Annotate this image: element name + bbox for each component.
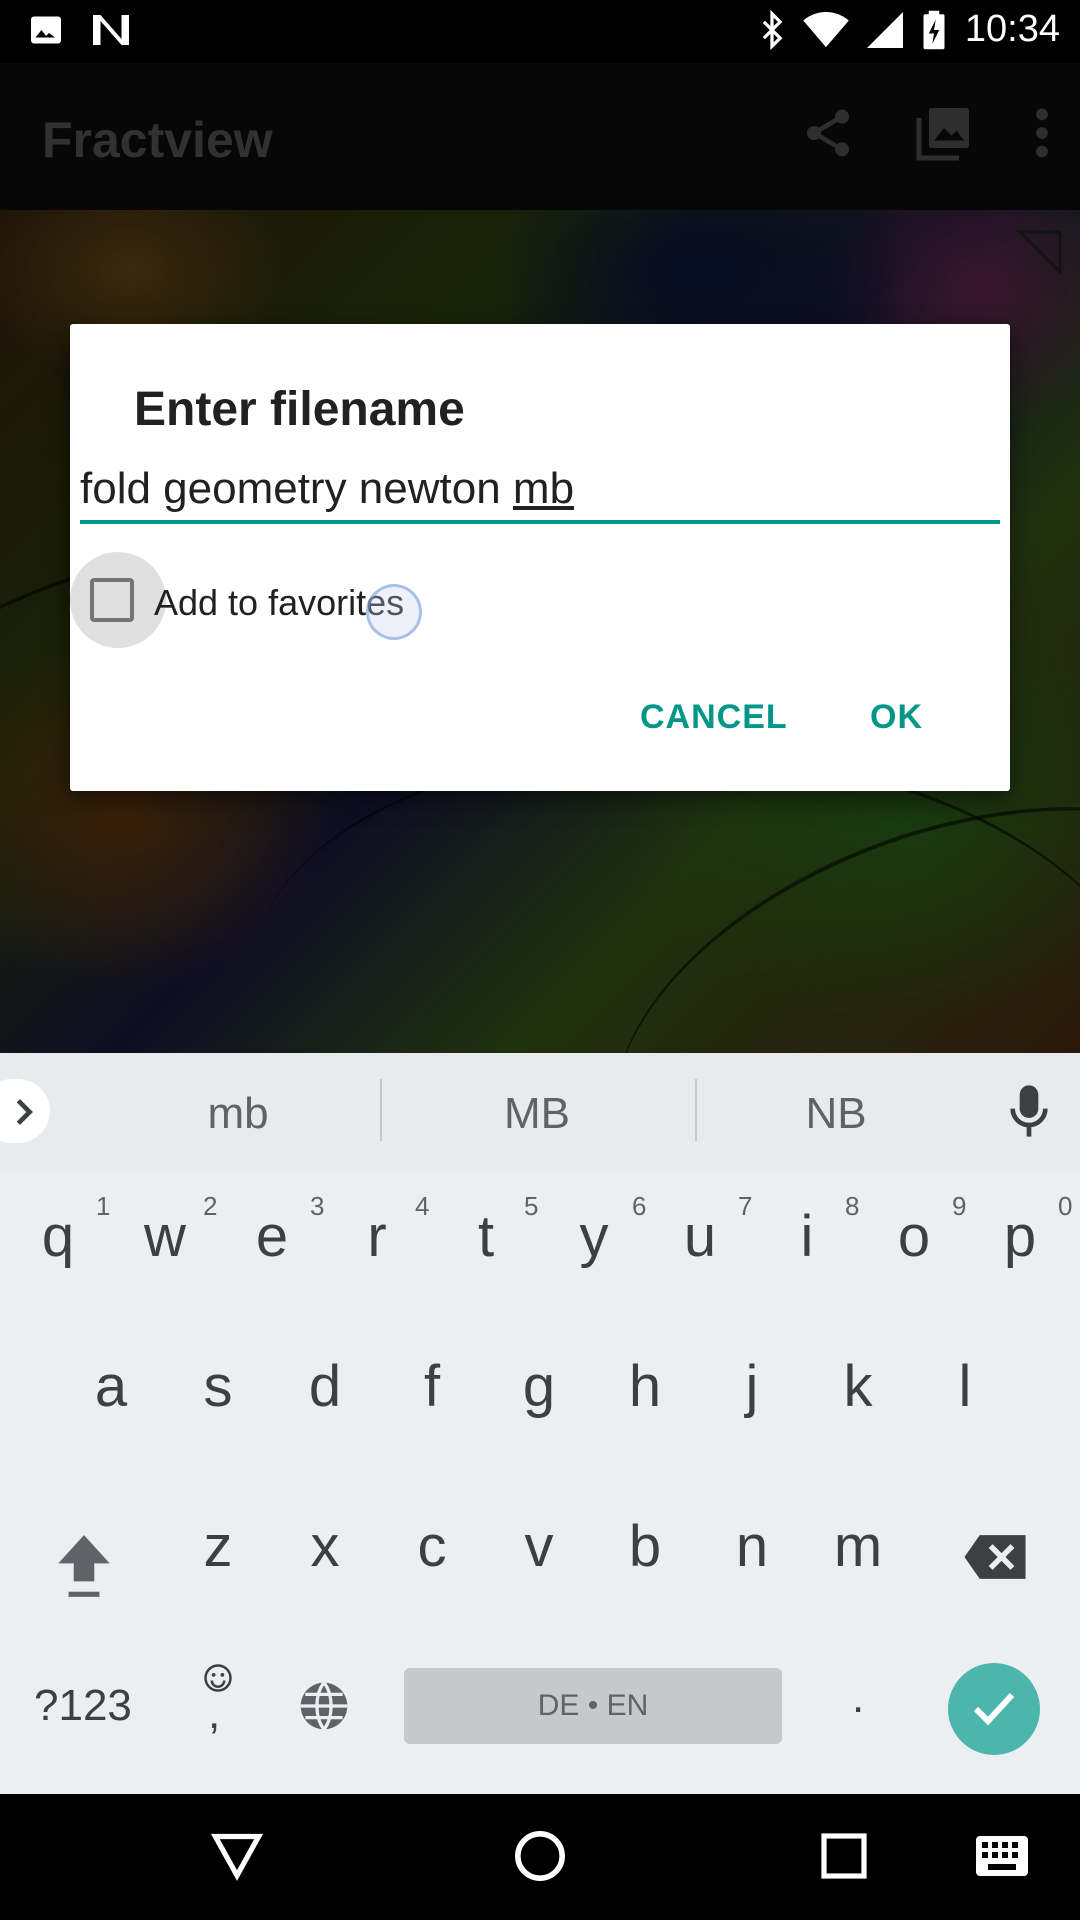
key-c[interactable]: c: [382, 1513, 482, 1580]
key-x[interactable]: x: [275, 1513, 375, 1580]
key-a[interactable]: a: [61, 1353, 161, 1420]
key-hint-y: 6: [632, 1191, 647, 1221]
key-hint-t: 5: [524, 1191, 539, 1221]
chevron-right-icon: [16, 1099, 33, 1125]
key-n[interactable]: n: [702, 1513, 802, 1580]
dialog-title: Enter filename: [134, 383, 465, 436]
key-g[interactable]: g: [489, 1353, 589, 1420]
key-e[interactable]: e: [222, 1203, 322, 1270]
symbols-key[interactable]: ?123: [34, 1681, 132, 1731]
key-w[interactable]: w: [115, 1203, 215, 1270]
cancel-button[interactable]: CANCEL: [640, 698, 788, 737]
shift-key[interactable]: [52, 1530, 116, 1602]
period-key[interactable]: .: [852, 1673, 864, 1723]
soft-keyboard: mb MB NB ?123 , DE • EN . q1w2e3r4t5y6u7…: [0, 1053, 1080, 1794]
key-z[interactable]: z: [168, 1513, 268, 1580]
key-y[interactable]: y: [544, 1203, 644, 1270]
key-hint-u: 7: [738, 1191, 753, 1221]
bluetooth-icon: [762, 9, 783, 50]
key-m[interactable]: m: [808, 1513, 908, 1580]
filename-dialog: Enter filename fold geometry newton mb A…: [70, 324, 1010, 791]
key-t[interactable]: t: [436, 1203, 536, 1270]
input-composing-text: mb: [512, 464, 575, 513]
wifi-icon: [803, 11, 849, 47]
key-l[interactable]: l: [915, 1353, 1015, 1420]
suggestion-strip: mb MB NB: [0, 1053, 1080, 1169]
key-hint-w: 2: [203, 1191, 218, 1221]
input-text: fold geometry newton: [80, 464, 513, 513]
key-u[interactable]: u: [650, 1203, 750, 1270]
key-o[interactable]: o: [864, 1203, 964, 1270]
image-icon: [31, 16, 61, 44]
comma-label: ,: [208, 1689, 221, 1738]
emoji-comma-key[interactable]: ,: [198, 1663, 238, 1753]
space-key[interactable]: DE • EN: [404, 1668, 782, 1744]
favorites-checkbox[interactable]: [90, 578, 134, 622]
suggestion-2[interactable]: MB: [387, 1089, 687, 1139]
key-v[interactable]: v: [489, 1513, 589, 1580]
key-hint-e: 3: [310, 1191, 325, 1221]
back-icon[interactable]: [210, 1830, 264, 1882]
suggestion-3[interactable]: NB: [686, 1089, 986, 1139]
key-hint-q: 1: [96, 1191, 111, 1221]
key-q[interactable]: q: [8, 1203, 108, 1270]
filename-input[interactable]: fold geometry newton mb: [80, 464, 1000, 524]
key-hint-i: 8: [845, 1191, 860, 1221]
suggestion-1[interactable]: mb: [88, 1089, 388, 1139]
battery-charging-icon: [923, 10, 945, 49]
enter-key[interactable]: [948, 1663, 1040, 1755]
globe-icon[interactable]: [296, 1678, 352, 1734]
suggestion-expand-button[interactable]: [0, 1079, 50, 1143]
microphone-icon[interactable]: [1010, 1083, 1048, 1139]
home-icon[interactable]: [512, 1828, 568, 1884]
key-j[interactable]: j: [702, 1353, 802, 1420]
touch-indicator: [366, 584, 422, 640]
key-p[interactable]: p: [970, 1203, 1070, 1270]
key-hint-r: 4: [415, 1191, 430, 1221]
status-bar: 10:34: [0, 0, 1080, 63]
key-k[interactable]: k: [808, 1353, 908, 1420]
clock: 10:34: [964, 8, 1060, 50]
backspace-key[interactable]: [962, 1533, 1028, 1581]
keyboard-icon[interactable]: [974, 1834, 1030, 1878]
check-icon: [973, 1692, 1015, 1726]
key-b[interactable]: b: [595, 1513, 695, 1580]
key-d[interactable]: d: [275, 1353, 375, 1420]
navigation-bar: [0, 1794, 1080, 1920]
key-i[interactable]: i: [757, 1203, 857, 1270]
key-hint-p: 0: [1058, 1191, 1073, 1221]
recents-icon[interactable]: [820, 1832, 868, 1880]
key-r[interactable]: r: [327, 1203, 427, 1270]
ok-button[interactable]: OK: [870, 698, 923, 737]
n-notification-icon: [93, 15, 129, 45]
key-h[interactable]: h: [595, 1353, 695, 1420]
key-s[interactable]: s: [168, 1353, 268, 1420]
signal-icon: [866, 11, 903, 48]
key-f[interactable]: f: [382, 1353, 482, 1420]
key-hint-o: 9: [952, 1191, 967, 1221]
